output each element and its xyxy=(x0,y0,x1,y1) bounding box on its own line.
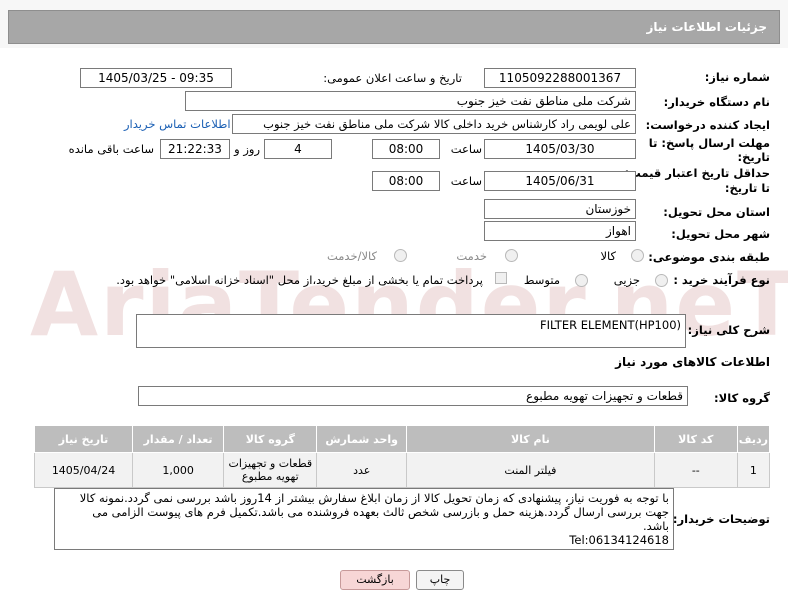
price-validity-date-field[interactable]: 1405/06/31 xyxy=(484,171,636,191)
treasury-payment-note: پرداخت تمام یا بخشی از مبلغ خرید،از محل … xyxy=(116,273,483,287)
category-label: طبقه بندی موضوعی: xyxy=(648,250,770,264)
requester-label: ایجاد کننده درخواست: xyxy=(645,118,770,132)
requester-field[interactable]: علی لویمی راد کارشناس خرید داخلی کالا شر… xyxy=(232,114,636,134)
buyer-notes-line2: جهت بررسی ارسال گردد.هزینه حمل و بازرسی … xyxy=(92,505,669,519)
need-number-field[interactable]: 1105092288001367 xyxy=(484,68,636,88)
remaining-time-field[interactable]: 21:22:33 xyxy=(160,139,230,159)
cell-row: 1 xyxy=(736,452,771,488)
buyer-notes-label: توضیحات خریدار: xyxy=(672,512,770,526)
col-qty-header: تعداد / مقدار xyxy=(132,425,225,453)
col-unit-header: واحد شمارش xyxy=(316,425,407,453)
contact-buyer-link[interactable]: اطلاعات تماس خریدار xyxy=(124,117,231,131)
general-desc-label: شرح کلی نیاز: xyxy=(687,323,770,337)
deadline-label-line2: تاریخ: xyxy=(737,150,770,164)
page-title: جزئیات اطلاعات نیاز xyxy=(8,10,780,44)
deadline-time-field[interactable]: 08:00 xyxy=(372,139,440,159)
goods-table-header: ردیف کد کالا نام کالا واحد شمارش گروه کا… xyxy=(33,425,771,453)
back-button[interactable]: بازگشت xyxy=(340,570,410,590)
cell-group: قطعات و تجهیزات تهویه مطبوع xyxy=(223,452,318,488)
days-remaining-field[interactable]: 4 xyxy=(264,139,332,159)
process-option-medium: متوسط xyxy=(523,273,560,287)
price-validity-time-label: ساعت xyxy=(450,174,482,188)
cell-date: 1405/04/24 xyxy=(33,452,134,488)
days-and-label: روز و xyxy=(234,142,260,156)
buyer-notes-line4: Tel:06134124618 xyxy=(569,533,669,547)
buyer-notes-field[interactable]: با توجه به فوریت نیاز، پیشنهادی که زمان … xyxy=(54,488,674,550)
col-group-header: گروه کالا xyxy=(223,425,318,453)
treasury-payment-checkbox[interactable] xyxy=(495,272,507,284)
col-name-header: نام کالا xyxy=(406,425,655,453)
category-option-service: خدمت xyxy=(456,249,487,263)
process-type-label: نوع فرآیند خرید : xyxy=(673,273,770,287)
goods-info-heading: اطلاعات کالاهای مورد نیاز xyxy=(615,355,770,369)
category-option-goods: کالا xyxy=(600,249,616,263)
buyer-notes-line3: باشد. xyxy=(642,519,669,533)
price-validity-label-line1: حداقل تاریخ اعتبار قیمت: xyxy=(624,166,770,180)
buyer-org-label: نام دستگاه خریدار: xyxy=(663,95,770,109)
province-label: استان محل تحویل: xyxy=(663,205,770,219)
title-bar-area: جزئیات اطلاعات نیاز xyxy=(0,0,788,48)
process-radio-medium[interactable] xyxy=(575,274,588,287)
deadline-label-line1: مهلت ارسال پاسخ: تا xyxy=(648,136,770,150)
category-radio-goods-service[interactable] xyxy=(394,249,407,262)
remaining-label: ساعت باقی مانده xyxy=(68,142,154,156)
cell-name: فیلتر المنت xyxy=(406,452,655,488)
city-label: شهر محل تحویل: xyxy=(671,227,770,241)
process-radio-minor[interactable] xyxy=(655,274,668,287)
need-number-label: شماره نیاز: xyxy=(704,70,770,84)
city-field[interactable]: اهواز xyxy=(484,221,636,241)
cell-qty: 1,000 xyxy=(132,452,225,488)
category-radio-goods[interactable] xyxy=(631,249,644,262)
goods-table: ردیف کد کالا نام کالا واحد شمارش گروه کا… xyxy=(33,425,771,488)
print-button[interactable]: چاپ xyxy=(416,570,464,590)
process-option-minor: جزیی xyxy=(613,273,640,287)
general-desc-text: FILTER ELEMENT(HP100) xyxy=(539,318,681,332)
col-date-header: تاریخ نیاز xyxy=(33,425,134,453)
cell-code: -- xyxy=(653,452,738,488)
col-row-header: ردیف xyxy=(736,425,771,453)
deadline-time-label: ساعت xyxy=(450,142,482,156)
province-field[interactable]: خوزستان xyxy=(484,199,636,219)
price-validity-time-field[interactable]: 08:00 xyxy=(372,171,440,191)
category-radio-service[interactable] xyxy=(505,249,518,262)
col-code-header: کد کالا xyxy=(653,425,738,453)
announce-datetime-label: تاریخ و ساعت اعلان عمومی: xyxy=(323,71,462,85)
announce-datetime-field[interactable]: 1405/03/25 - 09:35 xyxy=(80,68,232,88)
price-validity-label-line2: تا تاریخ: xyxy=(724,181,770,195)
category-option-goods-service: کالا/خدمت xyxy=(326,249,377,263)
buyer-notes-line1: با توجه به فوریت نیاز، پیشنهادی که زمان … xyxy=(79,491,669,505)
buyer-org-field[interactable]: شرکت ملی مناطق نفت خیز جنوب xyxy=(185,91,636,111)
deadline-date-field[interactable]: 1405/03/30 xyxy=(484,139,636,159)
cell-unit: عدد xyxy=(316,452,407,488)
general-desc-field[interactable]: FILTER ELEMENT(HP100) xyxy=(136,314,686,348)
goods-group-field[interactable]: قطعات و تجهیزات تهویه مطبوع xyxy=(138,386,688,406)
table-row[interactable]: 1 -- فیلتر المنت عدد قطعات و تجهیزات تهو… xyxy=(33,452,771,488)
goods-group-label: گروه کالا: xyxy=(714,391,770,405)
